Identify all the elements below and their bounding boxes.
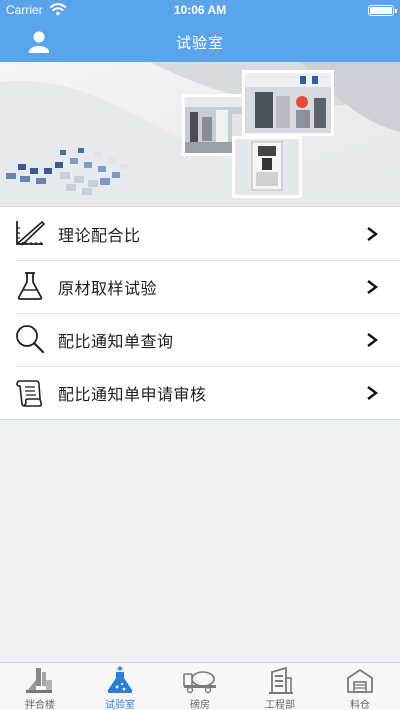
menu-item-mix-notice-query[interactable]: 配比通知单查询 [0, 313, 400, 366]
building-icon [269, 666, 293, 694]
tab-label: 磅房 [190, 700, 210, 710]
lab-flask-icon [107, 666, 133, 693]
menu-item-mix-notice-approval[interactable]: 配比通知单申请审核 [0, 366, 400, 419]
navigation-bar: 试验室 [0, 20, 400, 62]
menu-item-label: 原材取样试验 [58, 279, 158, 298]
ruler-pencil-icon [16, 220, 46, 246]
tab-label: 试验室 [105, 700, 135, 710]
menu-item-label: 配比通知单查询 [58, 332, 174, 351]
document-review-icon [16, 380, 43, 407]
mixing-plant-icon [26, 668, 52, 693]
menu-list: 理论配合比 原材取样试验 配比通知单查询 配比通知单申请审核 [0, 206, 400, 420]
battery-level [370, 7, 392, 14]
lab-photo-collage [0, 62, 400, 206]
chevron-right-icon [367, 386, 378, 400]
tab-weigh-house[interactable]: 磅房 [160, 663, 240, 710]
menu-item-label: 配比通知单申请审核 [58, 385, 207, 404]
wifi-icon [50, 3, 66, 16]
chevron-right-icon [367, 280, 378, 294]
lab-banner-image [0, 62, 400, 206]
tab-bar: 拌合楼 试验室 磅房 工程部 料仓 [0, 662, 400, 710]
tab-mixing-plant[interactable]: 拌合楼 [0, 663, 80, 710]
tab-laboratory[interactable]: 试验室 [80, 663, 160, 710]
magnifier-icon [16, 325, 45, 354]
tab-label: 拌合楼 [25, 700, 55, 710]
chevron-right-icon [367, 227, 378, 241]
top-bar: Carrier 10:06 AM 试验室 [0, 0, 400, 62]
warehouse-icon [347, 669, 373, 693]
battery-icon [368, 5, 397, 16]
status-bar: Carrier 10:06 AM [0, 0, 400, 20]
tab-label: 工程部 [265, 700, 295, 710]
chevron-right-icon [367, 333, 378, 347]
tab-engineering-dept[interactable]: 工程部 [240, 663, 320, 710]
menu-item-label: 理论配合比 [58, 226, 141, 245]
mixer-truck-icon [183, 671, 216, 694]
flask-icon [17, 272, 43, 300]
page-title: 试验室 [175, 34, 224, 52]
user-icon[interactable] [26, 29, 52, 55]
menu-item-theoretical-mix[interactable]: 理论配合比 [0, 207, 400, 260]
tab-material-silo[interactable]: 料仓 [320, 663, 400, 710]
carrier-label: Carrier [6, 3, 43, 17]
menu-item-raw-material-sampling[interactable]: 原材取样试验 [0, 260, 400, 313]
tab-label: 料仓 [350, 700, 370, 710]
